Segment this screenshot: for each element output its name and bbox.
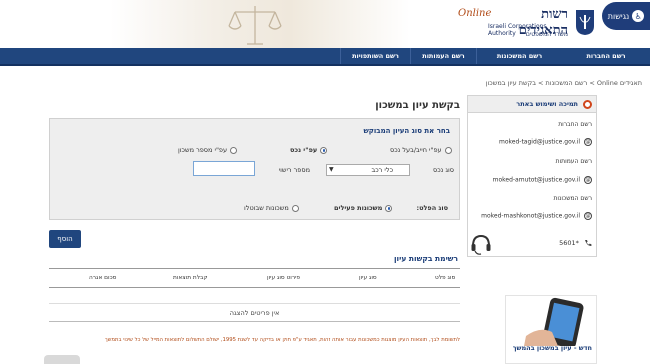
site-header: Online רשות התאגידים Israeli Corporation… [0, 0, 650, 48]
at-icon: @ [584, 176, 592, 184]
nav-item-pledges[interactable]: רשם המשכונות [476, 48, 562, 64]
email-pledges-text: moked-mashkonot@justice.gov.il [481, 212, 581, 220]
support-phone-number: *5601 [559, 239, 579, 247]
online-tag: Online [458, 8, 492, 19]
radio-button[interactable] [291, 204, 299, 212]
license-number-input[interactable] [193, 161, 255, 176]
radio-active-pledges[interactable]: משכונות פעילים [334, 204, 393, 212]
nav-item-companies[interactable]: רשם החברות [562, 48, 650, 64]
asset-type-label: סוג נכס [433, 166, 454, 174]
main-nav: רשם החברות רשם המשכונות רשם העמותות רשם … [0, 48, 650, 66]
radio-label: עפ"י מספר משכון [178, 146, 228, 154]
promo-text[interactable]: חדש - עיון במשכון בהמשך [510, 344, 592, 352]
radio-cancelled-pledges[interactable]: משכונות שבוטלו [244, 204, 299, 212]
radio-label: עפ"י חייב/בעל נכס [390, 146, 442, 154]
radio-by-debtor[interactable]: עפ"י חייב/בעל נכס [390, 146, 452, 154]
table-row-divider [49, 303, 460, 304]
radio-by-asset[interactable]: עפ"י נכס [290, 146, 328, 154]
scales-of-justice-icon [228, 6, 282, 45]
add-button[interactable]: הוסף [49, 230, 81, 248]
footnote: לתשומת לבך, תוצאות העיון מוצגות כמשכונות… [104, 337, 460, 343]
table-bottom-border [49, 321, 460, 322]
column-header-output-type: סוג פלט [435, 275, 456, 281]
radio-by-pledge-number[interactable]: עפ"י מספר משכון [178, 146, 238, 154]
email-companies[interactable]: @ moked-tagid@justice.gov.il [472, 138, 592, 146]
email-companies-text: moked-tagid@justice.gov.il [499, 138, 581, 146]
at-icon: @ [584, 138, 592, 146]
requests-table: סוג פלט סוג עיון פירוט סוג עיון קבלת תוצ… [49, 268, 460, 322]
breadcrumb[interactable]: תאגידים Online > רשם המשכונות > בקשת עיו… [420, 79, 642, 87]
accessibility-label: נגישות [607, 11, 630, 21]
side-label-companies: רשם החברות [558, 121, 592, 128]
table-header: סוג פלט סוג עיון פירוט סוג עיון קבלת תוצ… [49, 268, 460, 288]
asset-type-select[interactable]: כלי רכב ▼ [326, 164, 410, 176]
accessibility-button[interactable]: נגישות ♿ [602, 2, 650, 30]
radio-label: עפ"י נכס [290, 146, 318, 154]
empty-table-message: אין פריטים להצגה [229, 309, 280, 317]
column-header-inspection-detail: פירוט סוג עיון [267, 275, 301, 281]
email-pledges[interactable]: @ moked-mashkonot@justice.gov.il [472, 212, 592, 220]
license-number-label: מספר רישוי [278, 166, 310, 174]
requests-list-title: רשימת בקשות עיון [393, 254, 458, 263]
radio-button[interactable] [230, 146, 238, 154]
panel-title: בחר את סוג העיון המבוקש [363, 127, 450, 135]
output-type-label: סוג הפלט: [416, 204, 448, 212]
nav-item-associations[interactable]: רשם העמותות [410, 48, 476, 64]
asset-type-value: כלי רכב [371, 166, 393, 174]
radio-button-selected[interactable] [385, 204, 393, 212]
radio-button-selected[interactable] [320, 146, 328, 154]
accessibility-icon: ♿ [632, 10, 645, 22]
support-title: תמיכה ושימוש באתר [516, 100, 578, 108]
support-header: תמיכה ושימוש באתר [468, 96, 596, 113]
page-title: בקשת עיון במשכון [375, 100, 460, 111]
phone-icon [585, 240, 592, 247]
at-icon: @ [584, 212, 592, 220]
email-associations-text: moked-amutot@justice.gov.il [492, 176, 581, 184]
radio-label: משכונות שבוטלו [244, 204, 289, 212]
side-label-associations: רשם העמותות [555, 158, 592, 165]
lifebuoy-icon [583, 100, 592, 109]
headset-icon [471, 234, 491, 255]
column-header-inspection-type: סוג עיון [359, 275, 377, 281]
radio-label: משכונות פעילים [334, 204, 383, 212]
search-type-panel: בחר את סוג העיון המבוקש עפ"י חייב/בעל נכ… [49, 118, 460, 220]
column-header-fee: סכום אגרה [89, 275, 117, 281]
email-associations[interactable]: @ moked-amutot@justice.gov.il [472, 176, 592, 184]
chevron-down-icon: ▼ [329, 166, 334, 173]
mobile-phone-icon [524, 297, 584, 349]
mobile-promo-banner[interactable] [505, 295, 597, 364]
nav-item-partnerships[interactable]: רשם השותפויות [340, 48, 410, 64]
column-header-results: קבלת תוצאות [173, 275, 208, 281]
radio-button[interactable] [444, 146, 452, 154]
ministry-name: משרד המשפטים [525, 31, 568, 38]
state-emblem-icon[interactable] [574, 8, 596, 36]
bottom-tab[interactable] [44, 355, 80, 364]
side-label-pledges: רשם המשכונות [553, 195, 592, 202]
